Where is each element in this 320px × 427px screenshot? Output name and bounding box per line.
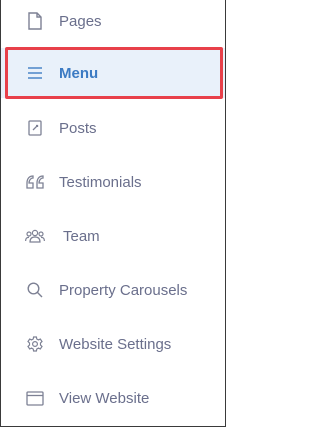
nav-item-menu[interactable]: Menu: [1, 48, 225, 98]
nav-item-label: Property Carousels: [59, 281, 188, 299]
website-nav-panel: Pages Menu Posts Testimonials Team Prope…: [0, 0, 226, 427]
menu-icon: [25, 63, 45, 83]
browser-window-icon: [25, 388, 45, 408]
nav-item-label: View Website: [59, 389, 150, 407]
nav-item-view-website[interactable]: View Website: [1, 373, 225, 423]
search-icon: [25, 280, 45, 300]
nav-item-pages[interactable]: Pages: [1, 0, 225, 46]
nav-item-label: Team: [63, 227, 100, 245]
nav-item-posts[interactable]: Posts: [1, 103, 225, 153]
quote-icon: [25, 172, 45, 192]
nav-item-label: Website Settings: [59, 335, 172, 353]
nav-item-label: Testimonials: [59, 173, 142, 191]
gear-icon: [25, 334, 45, 354]
nav-item-team[interactable]: Team: [1, 211, 225, 261]
nav-item-label: Menu: [59, 64, 99, 82]
nav-item-label: Posts: [59, 119, 97, 137]
page-icon: [25, 11, 45, 31]
post-icon: [25, 118, 45, 138]
nav-item-label: Pages: [59, 12, 102, 30]
team-icon: [25, 226, 45, 246]
nav-item-testimonials[interactable]: Testimonials: [1, 157, 225, 207]
nav-item-website-settings[interactable]: Website Settings: [1, 319, 225, 369]
nav-item-property-carousels[interactable]: Property Carousels: [1, 265, 225, 315]
